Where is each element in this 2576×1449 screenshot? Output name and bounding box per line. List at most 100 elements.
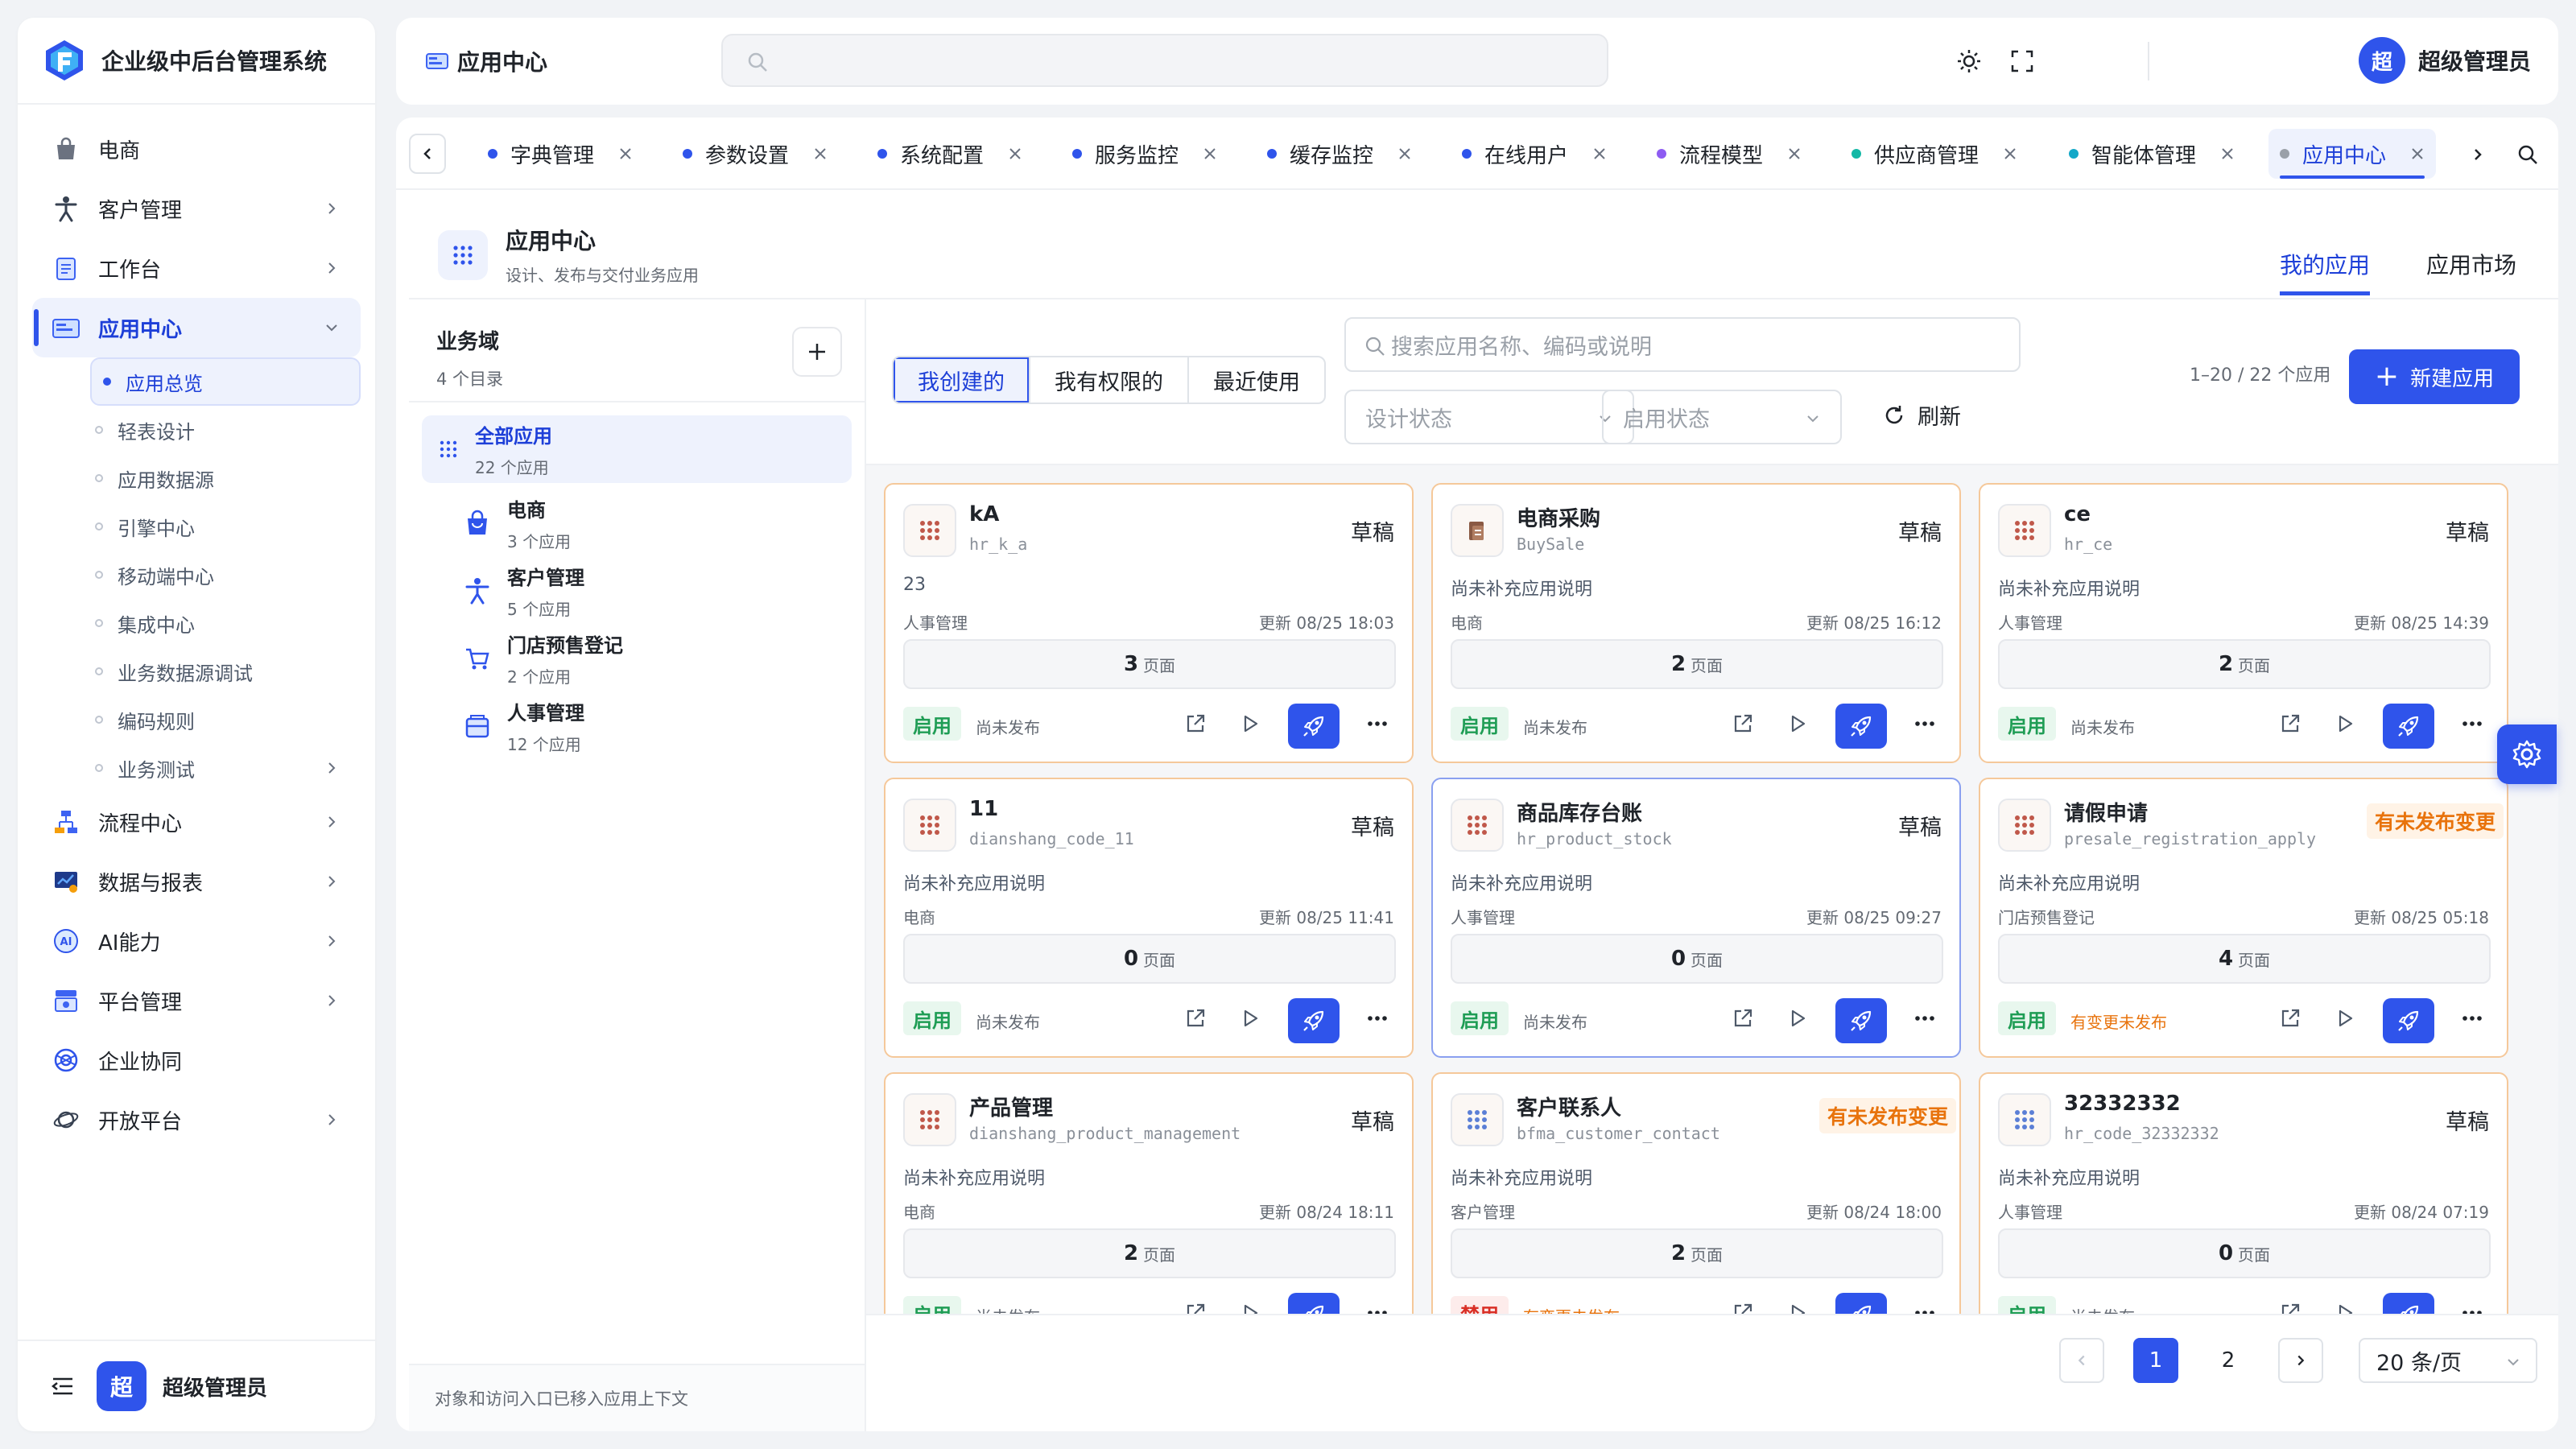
open-external-button[interactable]: [1726, 1296, 1760, 1315]
app-card[interactable]: 请假申请 presale_registration_apply 有未发布变更 尚未补充…: [1979, 778, 2508, 1058]
preview-button[interactable]: [2328, 1296, 2362, 1315]
header-user[interactable]: 超 超级管理员: [2358, 37, 2531, 84]
refresh-button[interactable]: 刷新: [1882, 399, 1961, 431]
app-card[interactable]: 客户联系人 bfma_customer_contact 有未发布变更 尚未补充应用说明…: [1431, 1072, 1961, 1315]
sidebar-item-customer[interactable]: 客户管理: [32, 179, 361, 238]
page-count[interactable]: 2 页面: [1451, 1228, 1943, 1278]
publish-button[interactable]: [2383, 998, 2434, 1043]
app-card[interactable]: kA hr_k_a 草稿 23 人事管理 更新 08/25 18:03 3 页面 启用 尚未发布: [884, 483, 1414, 763]
close-icon[interactable]: [2220, 147, 2235, 161]
page-size-select[interactable]: 20 条/页: [2359, 1338, 2537, 1383]
preview-button[interactable]: [1781, 1001, 1814, 1035]
app-card[interactable]: 商品库存台账 hr_product_stock 草稿 尚未补充应用说明 人事管理 更新 0…: [1431, 778, 1961, 1058]
more-button[interactable]: [2455, 707, 2489, 741]
close-icon[interactable]: [1203, 147, 1217, 161]
settings-float-button[interactable]: [2497, 724, 2557, 784]
sidebar-sub-light-form[interactable]: 轻表设计: [95, 406, 361, 454]
collapse-menu-icon[interactable]: [50, 1373, 76, 1399]
domain-item-customer[interactable]: 客户管理 5 个应用: [409, 557, 865, 625]
sidebar-sub-code-rules[interactable]: 编码规则: [95, 696, 361, 744]
domain-all-apps[interactable]: 全部应用 22 个应用: [422, 415, 852, 483]
domain-item-presale[interactable]: 门店预售登记 2 个应用: [409, 625, 865, 692]
more-button[interactable]: [1360, 1296, 1394, 1315]
sidebar-item-ai[interactable]: AI AI能力: [32, 911, 361, 971]
sidebar-sub-app-overview[interactable]: 应用总览: [90, 357, 361, 406]
tab-item[interactable]: 字典管理: [477, 129, 644, 179]
close-icon[interactable]: [618, 147, 633, 161]
sidebar-item-app-center[interactable]: 应用中心: [32, 298, 361, 357]
sidebar-item-collab[interactable]: 企业协同: [32, 1030, 361, 1090]
page-button-2[interactable]: 2: [2206, 1338, 2251, 1383]
tabs-scroll-right[interactable]: [2470, 147, 2486, 163]
tab-item[interactable]: 智能体管理: [2058, 129, 2246, 179]
sidebar-sub-mobile[interactable]: 移动端中心: [95, 551, 361, 599]
design-status-select[interactable]: 设计状态: [1344, 390, 1634, 444]
close-icon[interactable]: [1008, 147, 1022, 161]
preview-button[interactable]: [1233, 1296, 1267, 1315]
next-page-button[interactable]: [2278, 1338, 2323, 1383]
app-card[interactable]: 电商采购 BuySale 草稿 尚未补充应用说明 电商 更新 08/25 16:12 2 页面…: [1431, 483, 1961, 763]
domain-item-ecommerce[interactable]: 电商 3 个应用: [409, 489, 865, 557]
publish-button[interactable]: [1288, 1293, 1340, 1315]
sidebar-item-ecommerce[interactable]: 电商: [32, 119, 361, 179]
open-external-button[interactable]: [1179, 1001, 1212, 1035]
tab-item[interactable]: 服务监控: [1061, 129, 1228, 179]
publish-button[interactable]: [1835, 998, 1887, 1043]
page-button-1[interactable]: 1: [2133, 1338, 2178, 1383]
open-external-button[interactable]: [2273, 707, 2307, 741]
new-app-button[interactable]: + 新建应用: [2349, 349, 2520, 404]
app-card[interactable]: 11 dianshang_code_11 草稿 尚未补充应用说明 电商 更新 08/25 …: [884, 778, 1414, 1058]
preview-button[interactable]: [2328, 1001, 2362, 1035]
page-count[interactable]: 3 页面: [903, 639, 1396, 689]
sidebar-sub-engine[interactable]: 引擎中心: [95, 502, 361, 551]
sun-icon[interactable]: [1956, 48, 1982, 74]
open-external-button[interactable]: [1179, 1296, 1212, 1315]
seg-has-permission[interactable]: 我有权限的: [1029, 357, 1187, 402]
enable-status-select[interactable]: 启用状态: [1602, 390, 1842, 444]
close-icon[interactable]: [1787, 147, 1802, 161]
publish-button[interactable]: [1835, 704, 1887, 749]
tab-item[interactable]: 缓存监控: [1256, 129, 1423, 179]
more-button[interactable]: [1908, 1296, 1942, 1315]
close-icon[interactable]: [813, 147, 828, 161]
sidebar-item-flow[interactable]: 流程中心: [32, 792, 361, 852]
sidebar-item-open-platform[interactable]: 开放平台: [32, 1090, 361, 1150]
tab-item[interactable]: 流程模型: [1645, 129, 1813, 179]
tab-item[interactable]: 供应商管理: [1840, 129, 2029, 179]
sidebar-sub-integration[interactable]: 集成中心: [95, 599, 361, 647]
preview-button[interactable]: [1233, 707, 1267, 741]
more-button[interactable]: [2455, 1296, 2489, 1315]
sidebar-item-reports[interactable]: 数据与报表: [32, 852, 361, 911]
sidebar-item-platform[interactable]: 平台管理: [32, 971, 361, 1030]
page-count[interactable]: 0 页面: [1451, 934, 1943, 984]
more-button[interactable]: [1360, 1001, 1394, 1035]
sidebar-sub-ds-debug[interactable]: 业务数据源调试: [95, 647, 361, 696]
page-count[interactable]: 2 页面: [903, 1228, 1396, 1278]
open-external-button[interactable]: [2273, 1296, 2307, 1315]
page-count[interactable]: 0 页面: [903, 934, 1396, 984]
page-count[interactable]: 4 页面: [1998, 934, 2491, 984]
preview-button[interactable]: [2328, 707, 2362, 741]
app-search-input[interactable]: 搜索应用名称、编码或说明: [1344, 317, 2021, 372]
page-count[interactable]: 2 页面: [1451, 639, 1943, 689]
publish-button[interactable]: [2383, 704, 2434, 749]
tab-item[interactable]: 应用中心: [2268, 129, 2437, 179]
open-external-button[interactable]: [1179, 707, 1212, 741]
preview-button[interactable]: [1233, 1001, 1267, 1035]
sidebar-sub-datasource[interactable]: 应用数据源: [95, 454, 361, 502]
publish-button[interactable]: [1288, 704, 1340, 749]
sidebar-item-workbench[interactable]: 工作台: [32, 238, 361, 298]
fullscreen-icon[interactable]: [2009, 48, 2035, 74]
open-external-button[interactable]: [2273, 1001, 2307, 1035]
search-icon[interactable]: [2516, 143, 2539, 166]
publish-button[interactable]: [1835, 1293, 1887, 1315]
tab-item[interactable]: 参数设置: [671, 129, 839, 179]
more-button[interactable]: [1908, 707, 1942, 741]
page-count[interactable]: 0 页面: [1998, 1228, 2491, 1278]
publish-button[interactable]: [1288, 998, 1340, 1043]
more-button[interactable]: [1908, 1001, 1942, 1035]
close-icon[interactable]: [2410, 147, 2425, 161]
domain-item-hr[interactable]: 人事管理 12 个应用: [409, 692, 865, 760]
more-button[interactable]: [1360, 707, 1394, 741]
tab-my-apps[interactable]: 我的应用: [2279, 248, 2370, 295]
